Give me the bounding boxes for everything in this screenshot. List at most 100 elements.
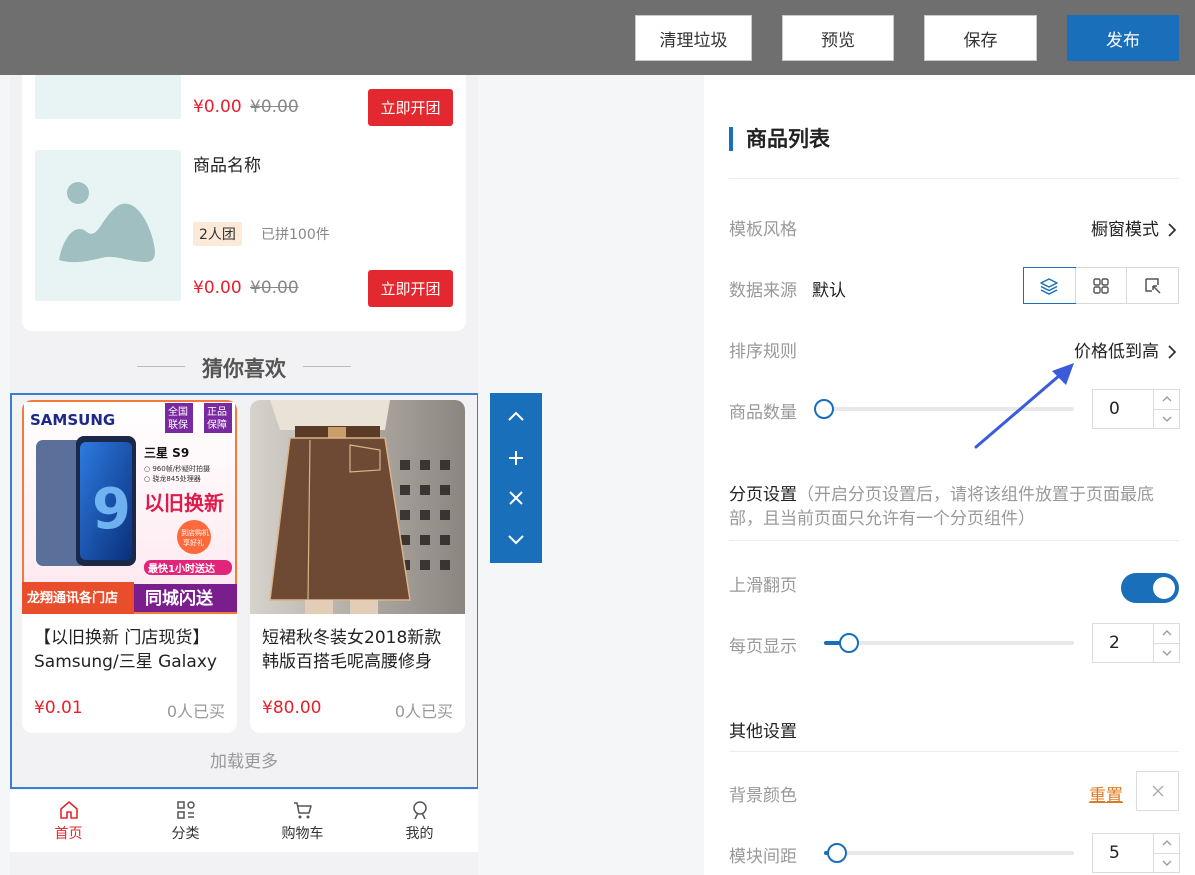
svg-text:享好礼: 享好礼 [183, 538, 204, 547]
svg-text:正品: 正品 [207, 406, 227, 418]
phone-canvas: ¥0.00 ¥0.00 立即开团 商品名称 2人团 已拼100件 ¥0.00 ¥… [10, 75, 478, 875]
save-button[interactable]: 保存 [924, 15, 1037, 61]
increment-button[interactable] [1154, 390, 1179, 410]
product-title: 短裙秋冬装女2018新款韩版百搭毛呢高腰修身 [262, 628, 442, 672]
tab-label: 分类 [171, 826, 200, 842]
data-source-manual-option[interactable] [1126, 268, 1178, 303]
tab-label: 首页 [54, 826, 83, 842]
slide-page-label: 上滑翻页 [729, 576, 797, 596]
goods-count-stepper[interactable]: 0 [1092, 389, 1180, 429]
data-source-default-option[interactable] [1023, 267, 1076, 304]
delete-component-button[interactable] [490, 478, 542, 518]
annotation-arrow-icon [974, 363, 1074, 449]
move-down-button[interactable] [490, 519, 542, 559]
data-source-segmented [1023, 267, 1179, 304]
product-sold-count: 0人已买 [166, 702, 225, 721]
chevron-down-icon [1162, 416, 1171, 422]
plus-icon [509, 450, 523, 465]
product-card[interactable]: SAMSUNG 全国 联保 正品 保障 9 三星 S9 ○ 960帧/秒疑时拍摄… [22, 400, 237, 733]
svg-text:保障: 保障 [207, 418, 227, 431]
slider-thumb[interactable] [826, 843, 847, 863]
svg-text:SAMSUNG: SAMSUNG [30, 411, 115, 429]
spacing-value[interactable]: 5 [1093, 834, 1153, 872]
tab-category[interactable]: 分类 [127, 790, 244, 852]
group-buy-card[interactable]: ¥0.00 ¥0.00 立即开团 商品名称 2人团 已拼100件 ¥0.00 ¥… [22, 75, 466, 331]
bottom-tabbar: 首页 分类 购物车 我的 [10, 790, 478, 852]
price: ¥0.00 [193, 97, 242, 117]
chevron-up-icon [508, 411, 524, 421]
bg-color-picker[interactable] [1136, 771, 1179, 811]
spacing-slider[interactable] [824, 843, 1074, 863]
product-thumbnail [35, 75, 181, 119]
spacing-stepper[interactable]: 5 [1092, 833, 1180, 873]
chevron-right-icon [1168, 223, 1177, 237]
start-group-button[interactable]: 立即开团 [368, 270, 453, 307]
clear-trash-button[interactable]: 清理垃圾 [635, 15, 752, 61]
per-page-stepper[interactable]: 2 [1092, 623, 1180, 663]
slider-thumb[interactable] [814, 399, 834, 419]
chevron-right-icon [1168, 345, 1177, 359]
settings-panel: 商品列表 模板风格 橱窗模式 数据来源 默认 排序规则 价格低到高 商品数量 0… [704, 75, 1195, 875]
original-price: ¥0.00 [250, 97, 299, 117]
chevron-down-icon [1162, 650, 1171, 656]
add-component-button[interactable] [490, 438, 542, 478]
chevron-down-icon [508, 535, 524, 545]
chevron-up-icon [1162, 630, 1171, 636]
home-icon [59, 801, 78, 819]
user-icon [412, 801, 427, 820]
increment-button[interactable] [1154, 834, 1179, 854]
increment-button[interactable] [1154, 624, 1179, 644]
svg-text:全国: 全国 [168, 405, 188, 418]
tab-label: 我的 [405, 826, 434, 842]
svg-text:以旧换新: 以旧换新 [144, 491, 224, 515]
per-page-value[interactable]: 2 [1093, 624, 1153, 662]
pagination-section-head: 分页设置（开启分页设置后，请将该组件放置于页面最底 部，且当前页面只允许有一个分… [729, 483, 1179, 531]
product-sold-count: 0人已买 [394, 702, 453, 721]
goods-count-label: 商品数量 [729, 403, 797, 423]
start-group-button[interactable]: 立即开团 [368, 89, 453, 126]
panel-title: 商品列表 [729, 127, 830, 151]
product-name: 商品名称 [193, 156, 261, 176]
svg-text:到店购机: 到店购机 [181, 528, 209, 537]
template-style-value: 橱窗模式 [1091, 220, 1159, 240]
publish-button[interactable]: 发布 [1067, 15, 1179, 61]
divider [729, 751, 1179, 752]
sort-rule-label: 排序规则 [729, 342, 797, 362]
decrement-button[interactable] [1154, 644, 1179, 663]
reset-bg-color-link[interactable]: 重置 [1089, 781, 1123, 806]
svg-text:同城闪送: 同城闪送 [145, 588, 214, 609]
preview-button[interactable]: 预览 [782, 15, 894, 61]
product-image: SAMSUNG 全国 联保 正品 保障 9 三星 S9 ○ 960帧/秒疑时拍摄… [22, 400, 237, 614]
template-style-label: 模板风格 [729, 220, 797, 240]
data-source-category-option[interactable] [1074, 268, 1127, 303]
decrement-button[interactable] [1154, 410, 1179, 429]
image-placeholder-icon [59, 182, 155, 263]
chevron-up-icon [1162, 840, 1171, 846]
goods-count-value[interactable]: 0 [1093, 390, 1153, 428]
chevron-up-icon [1162, 396, 1171, 402]
tab-home[interactable]: 首页 [10, 790, 127, 852]
slider-thumb[interactable] [839, 633, 859, 653]
slide-page-toggle[interactable] [1121, 573, 1179, 603]
svg-text:联保: 联保 [168, 418, 188, 431]
per-page-slider[interactable] [824, 633, 1074, 653]
category-icon [176, 801, 195, 819]
section-title: 猜你喜欢 [202, 357, 286, 381]
other-settings-head: 其他设置 [729, 722, 797, 742]
template-style-select[interactable]: 橱窗模式 [1091, 215, 1177, 240]
divider [729, 540, 1179, 541]
data-source-value: 默认 [812, 281, 846, 301]
product-thumbnail [35, 150, 181, 301]
tab-mine[interactable]: 我的 [361, 790, 478, 852]
product-card[interactable]: 短裙秋冬装女2018新款韩版百搭毛呢高腰修身 ¥80.00 0人已买 [250, 400, 465, 733]
tab-cart[interactable]: 购物车 [244, 790, 361, 852]
decrement-button[interactable] [1154, 854, 1179, 873]
layers-icon [1040, 277, 1059, 295]
per-page-label: 每页显示 [729, 637, 797, 657]
move-up-button[interactable] [490, 397, 542, 437]
component-controls [490, 393, 542, 563]
load-more-link[interactable]: 加载更多 [10, 747, 478, 772]
cart-icon [293, 802, 312, 819]
data-source-label: 数据来源 [729, 281, 797, 301]
product-title: 【以旧换新 门店现货】Samsung/三星 Galaxy S [34, 628, 217, 672]
